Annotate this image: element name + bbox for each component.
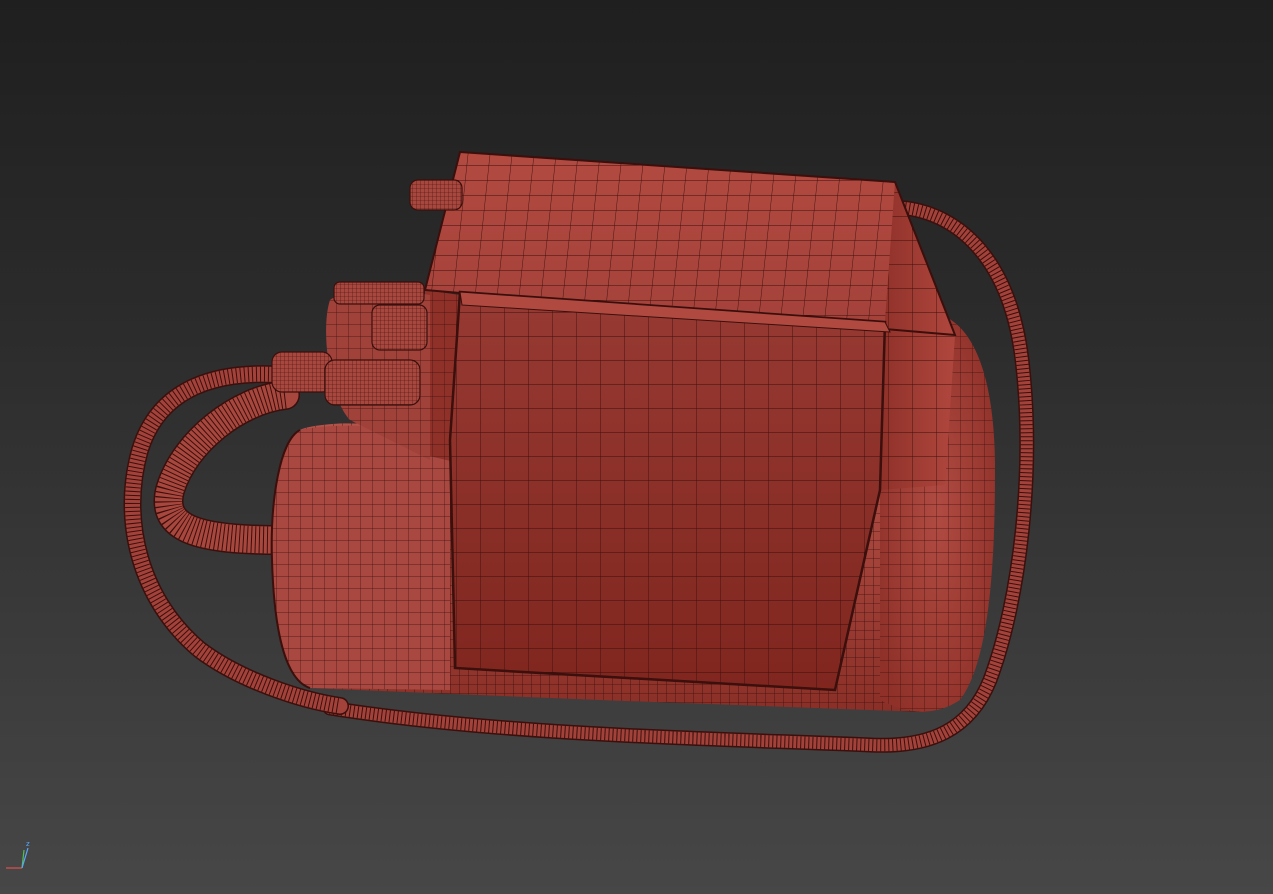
3d-viewport[interactable]: z xyxy=(0,0,1273,894)
z-axis-label: z xyxy=(26,840,30,848)
front-panel xyxy=(448,290,891,692)
axis-gizmo: z xyxy=(6,840,30,869)
top-pin xyxy=(409,179,463,211)
scene-render[interactable] xyxy=(0,0,1273,894)
